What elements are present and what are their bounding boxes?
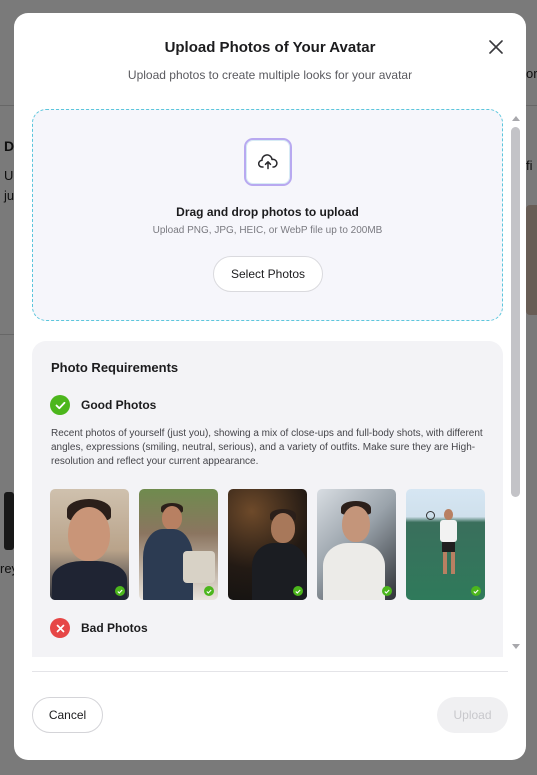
- select-photos-button[interactable]: Select Photos: [213, 256, 323, 292]
- example-photo-car-selfie: [317, 489, 396, 600]
- good-photos-label: Good Photos: [81, 398, 157, 412]
- requirements-title: Photo Requirements: [51, 360, 179, 375]
- example-photo-tennis-full-body: [406, 489, 485, 600]
- x-circle-icon: [50, 618, 70, 638]
- example-photos: [50, 489, 485, 600]
- scroll-up-arrow-icon[interactable]: [512, 116, 520, 121]
- example-photo-seated-outdoor: [139, 489, 218, 600]
- photo-requirements-panel: Photo Requirements Good Photos Recent ph…: [32, 341, 503, 657]
- upload-avatar-modal: Upload Photos of Your Avatar Upload phot…: [14, 13, 526, 760]
- good-photos-description: Recent photos of yourself (just you), sh…: [51, 428, 483, 467]
- check-circle-icon: [50, 395, 70, 415]
- scrollbar[interactable]: [510, 112, 522, 652]
- scrollbar-thumb[interactable]: [511, 127, 520, 497]
- check-icon: [382, 586, 392, 596]
- check-icon: [293, 586, 303, 596]
- close-button[interactable]: [484, 35, 508, 59]
- dropzone-hint: Upload PNG, JPG, HEIC, or WebP file up t…: [152, 225, 383, 236]
- cancel-button[interactable]: Cancel: [32, 697, 103, 733]
- modal-title: Upload Photos of Your Avatar: [164, 39, 376, 56]
- bad-photos-label: Bad Photos: [81, 621, 148, 635]
- upload-button[interactable]: Upload: [437, 697, 508, 733]
- modal-subtitle: Upload photos to create multiple looks f…: [127, 68, 413, 82]
- example-photo-night: [228, 489, 307, 600]
- example-photo-closeup-selfie: [50, 489, 129, 600]
- close-icon: [489, 40, 503, 54]
- upload-icon-container: [244, 138, 292, 186]
- modal-scroll-area[interactable]: Drag and drop photos to upload Upload PN…: [14, 109, 526, 657]
- cloud-upload-icon: [258, 154, 278, 170]
- good-photos-header: Good Photos: [50, 395, 156, 415]
- upload-dropzone[interactable]: Drag and drop photos to upload Upload PN…: [32, 109, 503, 321]
- check-icon: [204, 586, 214, 596]
- check-icon: [115, 586, 125, 596]
- dropzone-title: Drag and drop photos to upload: [176, 205, 359, 219]
- check-icon: [471, 586, 481, 596]
- scroll-down-arrow-icon[interactable]: [512, 644, 520, 649]
- footer-divider: [32, 671, 508, 672]
- bad-photos-header: Bad Photos: [50, 618, 148, 638]
